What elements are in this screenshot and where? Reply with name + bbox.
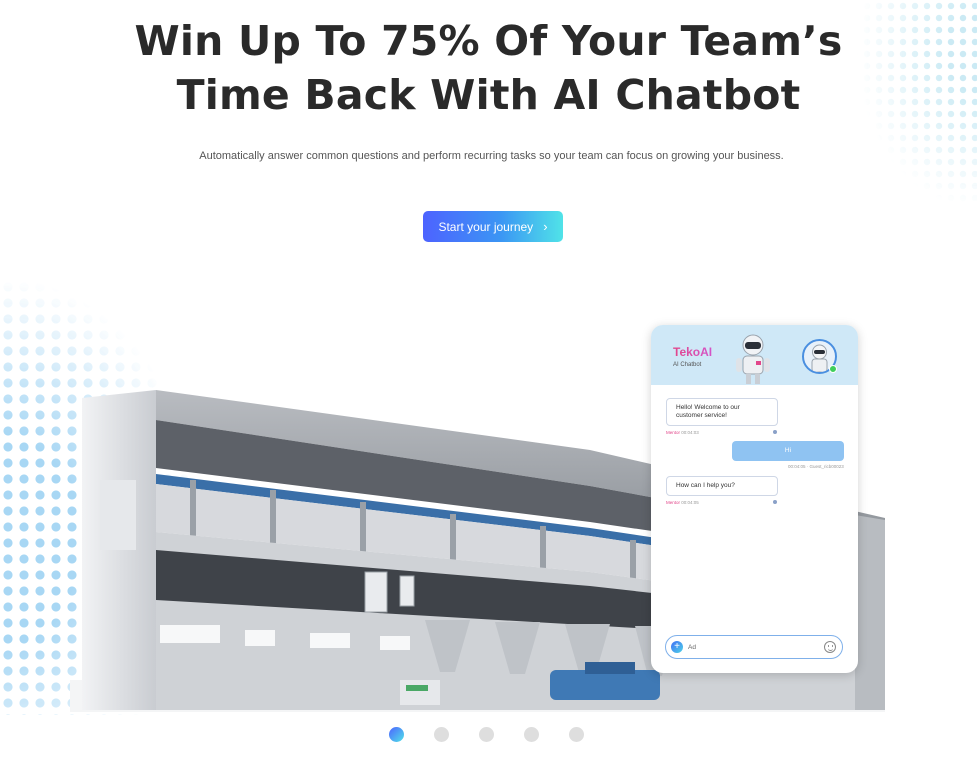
robot-illustration: [736, 334, 770, 384]
chatbot-widget: TekoAI AI Chatbot Hello! Welcome to our …: [651, 325, 858, 673]
chat-message-bot: Hello! Welcome to our customer service!: [666, 398, 778, 426]
chat-message-time: 00:04:03: [681, 430, 699, 435]
chatbot-brand-subtitle: AI Chatbot: [673, 362, 702, 368]
chat-message-input[interactable]: [688, 640, 808, 654]
carousel-dot-4[interactable]: [524, 727, 539, 742]
chat-message-sender: Mentor: [666, 430, 681, 435]
chat-message-time: 00:04:05: [681, 500, 699, 505]
chat-input-bar: +: [665, 635, 843, 659]
emoji-icon[interactable]: [824, 641, 836, 653]
chat-message-meta: 00:04:05 · Guest_ricb00023: [788, 464, 844, 469]
chat-message-bot: How can I help you?: [666, 476, 778, 496]
carousel-dot-2[interactable]: [434, 727, 449, 742]
hero-subtitle: Automatically answer common questions an…: [199, 150, 784, 162]
add-attachment-icon[interactable]: +: [671, 641, 683, 653]
hero-title-line-1: Win Up To 75% Of Your Team’s: [134, 17, 843, 65]
chat-message-time: 00:04:05: [788, 464, 806, 469]
chevron-right-icon: ›: [543, 219, 548, 234]
chat-message-meta: Mentor 00:04:03: [666, 430, 699, 435]
chat-message-sender: Mentor: [666, 500, 681, 505]
chat-message-meta: Mentor 00:04:05: [666, 500, 699, 505]
chatbot-brand: TekoAI: [673, 345, 713, 359]
online-status-dot: [829, 365, 837, 373]
hero-title-line-2: Time Back With AI Chatbot: [176, 71, 801, 119]
chat-message-user: Hi: [732, 441, 844, 461]
carousel-dot-1[interactable]: [389, 727, 404, 742]
carousel-dot-5[interactable]: [569, 727, 584, 742]
start-journey-button[interactable]: Start your journey ›: [423, 211, 563, 242]
chat-message-sender: Guest_ricb00023: [809, 464, 844, 469]
start-journey-label: Start your journey: [438, 219, 534, 234]
read-receipt-icon: [773, 500, 777, 504]
chatbot-header: TekoAI AI Chatbot: [651, 325, 858, 385]
read-receipt-icon: [773, 430, 777, 434]
hero-title: Win Up To 75% Of Your Team’s Time Back W…: [0, 14, 977, 122]
carousel-dot-3[interactable]: [479, 727, 494, 742]
carousel-pagination: [389, 727, 584, 742]
